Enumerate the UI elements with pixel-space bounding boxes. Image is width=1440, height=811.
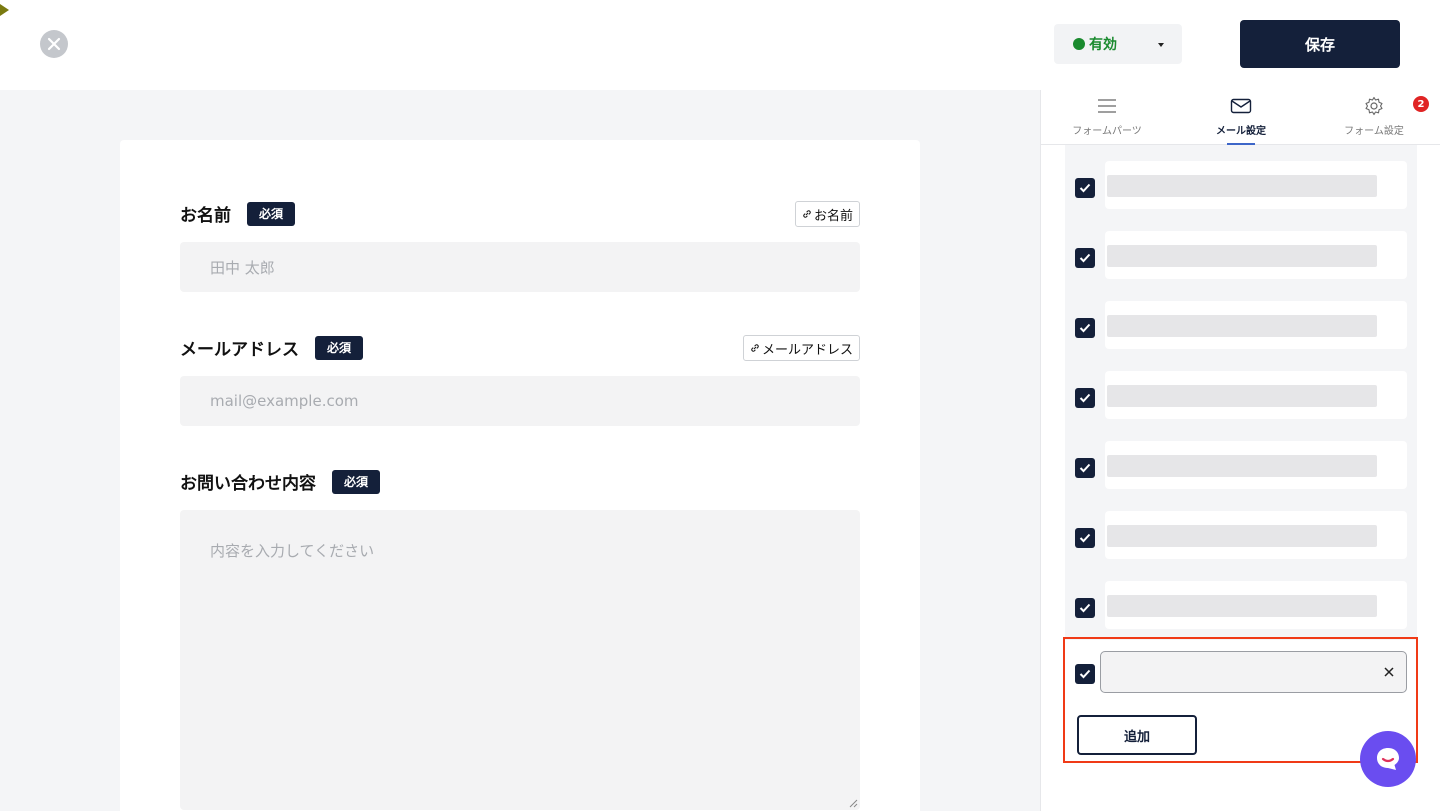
- link-icon: [803, 210, 811, 218]
- gear-icon: [1365, 96, 1383, 116]
- field-label-message: お問い合わせ内容: [180, 474, 316, 494]
- close-button[interactable]: [40, 30, 68, 58]
- field-link-chip-name[interactable]: お名前: [794, 201, 860, 227]
- list-item: [1065, 152, 1417, 222]
- item-card[interactable]: [1105, 511, 1407, 559]
- required-badge: 必須: [332, 469, 381, 494]
- resize-grip-icon[interactable]: [849, 799, 858, 808]
- item-card[interactable]: [1105, 581, 1407, 629]
- item-card[interactable]: [1105, 231, 1407, 279]
- chat-widget-button[interactable]: [1360, 731, 1416, 787]
- skeleton-placeholder: [1107, 385, 1377, 407]
- top-bar: 有効 保存: [0, 0, 1440, 90]
- mail-icon: [1230, 98, 1252, 114]
- link-icon: [751, 344, 759, 352]
- tab-mail-settings[interactable]: メール設定: [1211, 90, 1271, 145]
- field-label-row-email: メールアドレス 必須: [180, 335, 364, 360]
- skeleton-placeholder: [1107, 525, 1377, 547]
- status-select[interactable]: 有効: [1054, 24, 1182, 64]
- skeleton-placeholder: [1107, 455, 1377, 477]
- list-item: [1065, 572, 1417, 642]
- list-item: [1065, 362, 1417, 432]
- tab-form-parts[interactable]: フォームパーツ: [1071, 90, 1143, 145]
- field-label-name: お名前: [180, 206, 231, 226]
- name-input[interactable]: 田中 太郎: [180, 242, 860, 292]
- tab-label: メール設定: [1216, 126, 1266, 137]
- tab-label: フォーム設定: [1344, 126, 1404, 137]
- item-checkbox[interactable]: [1075, 388, 1095, 408]
- item-checkbox[interactable]: [1075, 598, 1095, 618]
- skeleton-placeholder: [1107, 595, 1377, 617]
- skeleton-placeholder: [1107, 315, 1377, 337]
- form-preview-card: お名前 必須 お名前 田中 太郎 メールアドレス 必須 メールアドレス mail…: [120, 140, 920, 811]
- list-item: [1065, 222, 1417, 292]
- status-label: 有効: [1089, 37, 1117, 53]
- skeleton-placeholder: [1107, 245, 1377, 267]
- chat-bubble-icon: [1377, 748, 1399, 770]
- skeleton-placeholder: [1107, 175, 1377, 197]
- field-link-chip-email[interactable]: メールアドレス: [742, 335, 860, 361]
- field-label-row-name: お名前 必須: [180, 201, 296, 226]
- status-dot-icon: [1073, 38, 1085, 50]
- corner-triangle-icon: [0, 4, 9, 16]
- check-icon: [1079, 463, 1091, 473]
- save-button[interactable]: 保存: [1240, 20, 1400, 68]
- field-link-label: お名前: [813, 208, 853, 224]
- message-textarea[interactable]: 内容を入力してください: [180, 510, 860, 810]
- tab-form-settings[interactable]: フォーム設定 2: [1341, 90, 1429, 145]
- caret-down-icon: [1158, 43, 1164, 47]
- item-card[interactable]: [1105, 301, 1407, 349]
- email-input[interactable]: mail@example.com: [180, 376, 860, 426]
- item-checkbox[interactable]: [1075, 318, 1095, 338]
- list-item: [1065, 502, 1417, 572]
- menu-icon: [1098, 99, 1116, 113]
- item-card[interactable]: [1105, 441, 1407, 489]
- field-label-email: メールアドレス: [180, 340, 299, 360]
- check-icon: [1079, 603, 1091, 613]
- list-item: [1065, 292, 1417, 362]
- list-item: [1065, 432, 1417, 502]
- field-label-row-message: お問い合わせ内容 必須: [180, 469, 381, 494]
- notification-badge: 2: [1413, 96, 1429, 112]
- settings-panel: フォームパーツ メール設定 フォーム設定 2 追加: [1040, 90, 1440, 811]
- tab-label: フォームパーツ: [1072, 126, 1142, 137]
- check-icon: [1079, 393, 1091, 403]
- check-icon: [1079, 253, 1091, 263]
- check-icon: [1079, 533, 1091, 543]
- item-card[interactable]: [1105, 371, 1407, 419]
- item-checkbox[interactable]: [1075, 458, 1095, 478]
- check-icon: [1079, 183, 1091, 193]
- item-checkbox[interactable]: [1075, 178, 1095, 198]
- required-badge: 必須: [247, 201, 296, 226]
- check-icon: [1079, 323, 1091, 333]
- message-placeholder: 内容を入力してください: [210, 542, 375, 560]
- required-badge: 必須: [315, 335, 364, 360]
- field-link-label: メールアドレス: [761, 342, 853, 358]
- close-icon: [47, 37, 61, 51]
- item-card[interactable]: [1105, 161, 1407, 209]
- item-checkbox[interactable]: [1075, 528, 1095, 548]
- item-checkbox[interactable]: [1075, 248, 1095, 268]
- panel-tabs: フォームパーツ メール設定 フォーム設定 2: [1041, 90, 1440, 145]
